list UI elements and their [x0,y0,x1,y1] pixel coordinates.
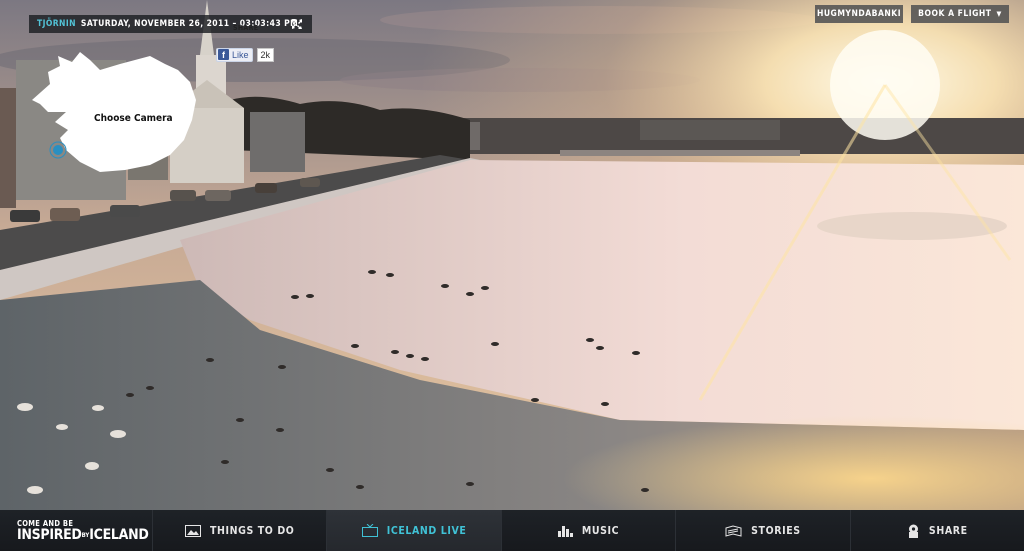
facebook-icon: f [218,49,229,60]
facebook-like-count: 2k [256,47,275,62]
nav-iceland-live[interactable]: ICELAND LIVE [326,510,501,551]
chevron-down-icon: ▼ [996,10,1002,18]
facebook-like-widget[interactable]: f Like 2k [216,47,275,62]
nav-label: ICELAND LIVE [386,524,467,537]
bottom-navigation: COME AND BE INSPIREDBYICELAND THINGS TO … [0,510,1024,551]
book-flight-button[interactable]: BOOK A FLIGHT ▼ [911,5,1009,23]
book-icon [725,524,742,537]
gallery-button[interactable]: HUGMYNDABANKI [815,5,903,23]
nav-label: THINGS TO DO [209,524,295,537]
tv-icon [361,524,378,537]
brand-logo[interactable]: COME AND BE INSPIREDBYICELAND [0,510,152,551]
facebook-like-button[interactable]: f Like [216,47,253,62]
equalizer-icon [557,526,573,537]
choose-camera-label[interactable]: Choose Camera [94,113,173,124]
nav-music[interactable]: MUSIC [500,510,675,551]
location-label: TJÖRNIN [37,19,76,29]
nav-label: SHARE [928,524,968,537]
gallery-button-label: HUGMYNDABANKI [816,9,902,19]
webcam-view [0,0,1024,510]
nav-label: MUSIC [581,524,620,537]
datetime-label: SATURDAY, NOVEMBER 26, 2011 – 03:03:43 P… [80,19,299,29]
nav-things-to-do[interactable]: THINGS TO DO [151,510,326,551]
brand-wordmark: INSPIREDBYICELAND [17,527,149,543]
facebook-like-label: Like [232,49,249,60]
fullscreen-icon[interactable] [292,19,302,29]
book-flight-label: BOOK A FLIGHT [918,9,992,19]
nav-label: STORIES [751,524,801,537]
nav-share[interactable]: SHARE [849,510,1024,551]
share-tag: SHARE [233,24,259,32]
nav-stories[interactable]: STORIES [675,510,849,551]
share-icon [908,524,918,538]
image-icon [184,524,201,537]
location-datetime-bar: TJÖRNIN SATURDAY, NOVEMBER 26, 2011 – 03… [29,15,312,33]
